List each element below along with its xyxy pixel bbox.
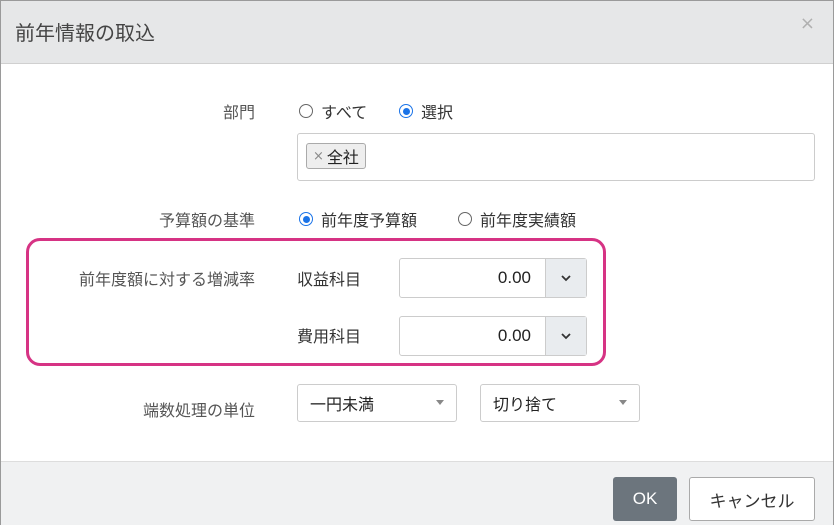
close-icon[interactable]: ×: [800, 13, 815, 34]
department-label: 部門: [222, 103, 255, 122]
cancel-button[interactable]: キャンセル: [689, 477, 815, 521]
department-tag-label: 全社: [326, 148, 359, 167]
import-previous-year-dialog: 前年情報の取込 × 部門 すべて 選択 × 全社 予算額の基準 前年度予算額 前…: [0, 0, 834, 525]
rate-label: 前年度額に対する増減率: [78, 270, 255, 289]
expense-rate-input[interactable]: 0.00: [399, 316, 587, 356]
revenue-rate-input[interactable]: 0.00: [399, 258, 587, 298]
chevron-down-icon: [561, 333, 571, 340]
department-radio-select-label: 選択: [421, 103, 454, 122]
ok-button[interactable]: OK: [613, 477, 677, 521]
department-radio-select[interactable]: 選択: [399, 99, 453, 123]
budget-basis-radio-actual[interactable]: 前年度実績額: [458, 207, 576, 231]
budget-basis-radio-budget-label: 前年度予算額: [321, 211, 418, 230]
dialog-footer: OK キャンセル: [1, 461, 833, 525]
dialog-title: 前年情報の取込: [15, 21, 155, 45]
chevron-down-icon: [561, 275, 571, 282]
budget-basis-radio-budget[interactable]: 前年度予算額: [299, 207, 417, 231]
rounding-unit-value: 一円未満: [310, 395, 375, 414]
rounding-method-value: 切り捨て: [493, 395, 558, 414]
department-tag: × 全社: [306, 143, 366, 169]
tag-remove-icon[interactable]: ×: [313, 149, 324, 164]
department-tag-input[interactable]: × 全社: [297, 133, 815, 181]
department-radio-all[interactable]: すべて: [299, 99, 367, 123]
revenue-rate-dropdown-button[interactable]: [545, 259, 586, 297]
department-radio-all-label: すべて: [321, 103, 368, 122]
caret-down-icon: [436, 400, 444, 405]
expense-label: 費用科目: [297, 327, 362, 346]
rounding-unit-select[interactable]: 一円未満: [297, 384, 457, 422]
radio-checked-icon: [399, 104, 413, 118]
expense-rate-value[interactable]: 0.00: [400, 317, 545, 355]
revenue-rate-value[interactable]: 0.00: [400, 259, 545, 297]
rounding-method-select[interactable]: 切り捨て: [480, 384, 640, 422]
budget-basis-label: 予算額の基準: [158, 211, 255, 230]
radio-checked-icon: [299, 212, 313, 226]
dialog-header: 前年情報の取込 ×: [1, 1, 833, 64]
rounding-label: 端数処理の単位: [142, 401, 255, 420]
caret-down-icon: [619, 400, 627, 405]
radio-unchecked-icon: [458, 212, 472, 226]
radio-unchecked-icon: [299, 104, 313, 118]
revenue-label: 収益科目: [297, 270, 362, 289]
expense-rate-dropdown-button[interactable]: [545, 317, 586, 355]
budget-basis-radio-actual-label: 前年度実績額: [480, 211, 577, 230]
